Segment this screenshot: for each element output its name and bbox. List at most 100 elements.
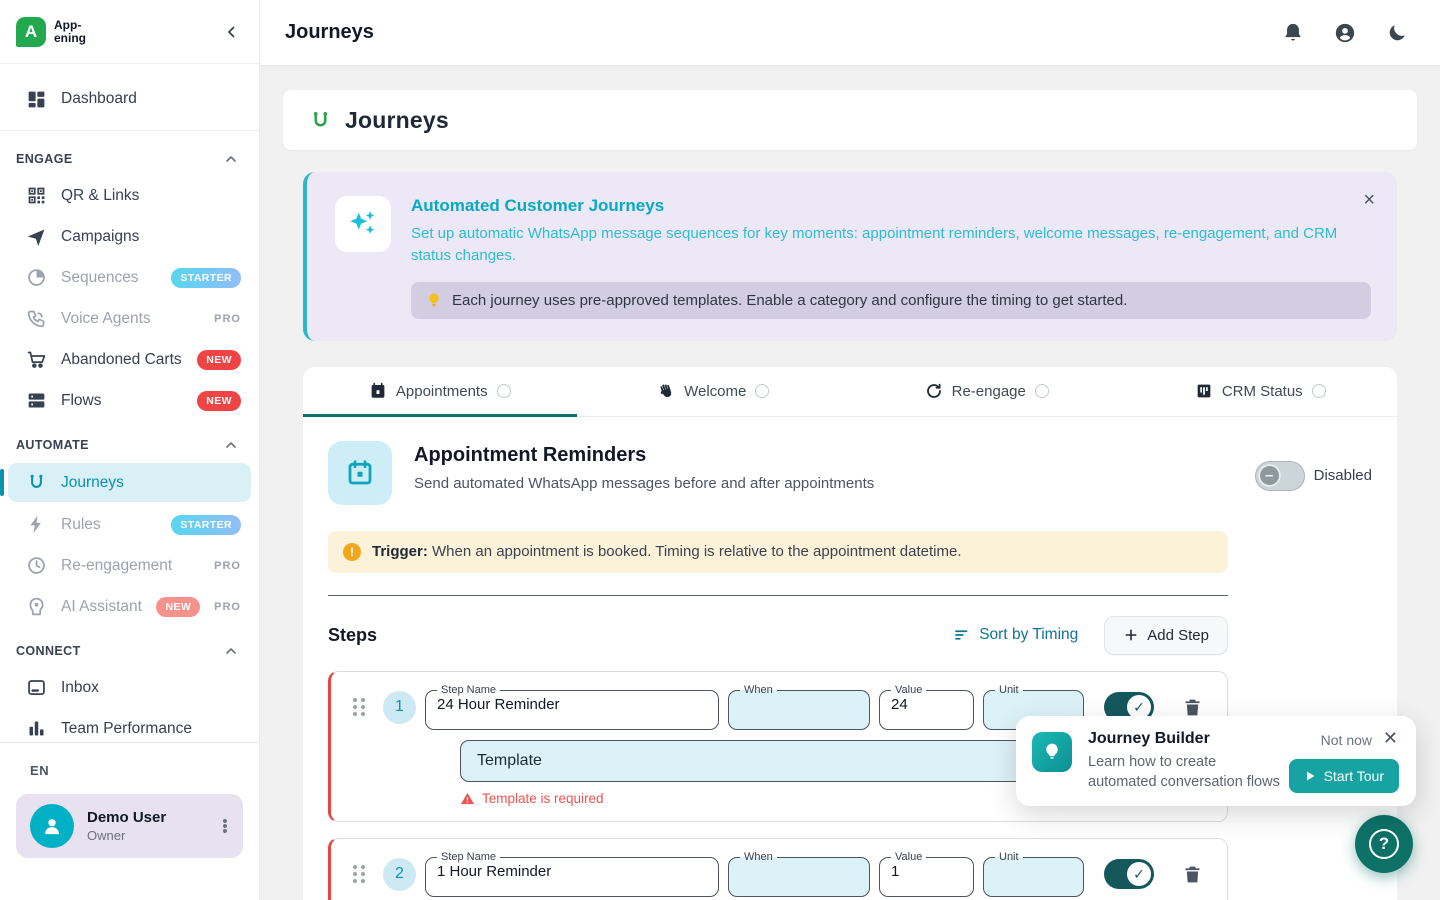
drag-handle[interactable] xyxy=(353,865,365,883)
not-now-button[interactable]: Not now xyxy=(1321,732,1372,748)
user-card[interactable]: Demo User Owner ••• xyxy=(16,794,243,858)
trash-icon[interactable] xyxy=(1182,864,1203,885)
sidebar-item-label: Flows xyxy=(61,392,183,410)
inbox-icon xyxy=(26,677,47,698)
banner-description: Set up automatic WhatsApp message sequen… xyxy=(411,223,1371,267)
when-select[interactable] xyxy=(740,863,858,880)
tab-radio-icon[interactable] xyxy=(497,384,511,398)
sidebar-item-label: Rules xyxy=(61,516,157,534)
sidebar-item-rules[interactable]: Rules STARTER xyxy=(0,504,259,545)
banner-tip: Each journey uses pre-approved templates… xyxy=(411,282,1371,319)
refresh-icon xyxy=(925,382,943,400)
tab-welcome[interactable]: Welcome xyxy=(577,367,851,416)
sidebar-item-ai-assistant[interactable]: AI Assistant NEW PRO xyxy=(0,586,259,627)
sidebar-item-qr-links[interactable]: QR & Links xyxy=(0,175,259,216)
cart-icon xyxy=(26,349,47,370)
sidebar-item-flows[interactable]: Flows NEW xyxy=(0,380,259,421)
add-step-button[interactable]: Add Step xyxy=(1104,616,1228,655)
category-title: Appointment Reminders xyxy=(414,444,874,467)
when-select[interactable] xyxy=(740,696,858,713)
brand-logo[interactable]: A App-ening xyxy=(16,17,86,47)
clock-icon xyxy=(26,555,47,576)
step-enable-toggle[interactable]: ✓ xyxy=(1104,859,1154,889)
person-icon xyxy=(39,813,65,839)
sidebar-item-label: Campaigns xyxy=(61,228,241,246)
tab-radio-icon[interactable] xyxy=(1312,384,1326,398)
account-icon[interactable] xyxy=(1334,22,1356,44)
sidebar-item-label: Journeys xyxy=(61,474,233,492)
tab-reengage[interactable]: Re-engage xyxy=(850,367,1124,416)
close-icon[interactable]: × xyxy=(1357,184,1381,216)
sidebar-item-campaigns[interactable]: Campaigns xyxy=(0,216,259,257)
calendar-icon xyxy=(369,382,387,400)
section-connect[interactable]: CONNECT xyxy=(0,627,259,667)
trash-icon[interactable] xyxy=(1182,697,1203,718)
new-badge: NEW xyxy=(156,597,200,617)
check-icon: ✓ xyxy=(1127,862,1151,886)
sidebar-item-label: QR & Links xyxy=(61,187,241,205)
language-selector[interactable]: EN xyxy=(30,763,243,778)
tab-radio-icon[interactable] xyxy=(1035,384,1049,398)
bolt-icon xyxy=(26,514,47,535)
dashboard-icon xyxy=(26,89,47,110)
moon-icon[interactable] xyxy=(1386,22,1408,44)
sidebar-item-label: Voice Agents xyxy=(61,310,200,328)
tab-crm-status[interactable]: CRM Status xyxy=(1124,367,1398,416)
sidebar-item-label: Dashboard xyxy=(61,90,241,108)
user-menu-button[interactable]: ••• xyxy=(217,819,233,834)
start-tour-button[interactable]: Start Tour xyxy=(1289,759,1399,793)
pro-tag: PRO xyxy=(214,601,241,613)
step-name-input[interactable] xyxy=(437,696,707,713)
sort-by-timing-button[interactable]: Sort by Timing xyxy=(953,626,1078,644)
value-input[interactable] xyxy=(891,863,962,880)
sidebar-item-voice-agents[interactable]: Voice Agents PRO xyxy=(0,298,259,339)
section-engage[interactable]: ENGAGE xyxy=(0,135,259,175)
sidebar-item-inbox[interactable]: Inbox xyxy=(0,667,259,708)
journeys-banner: Automated Customer Journeys Set up autom… xyxy=(303,172,1397,341)
category-enable-toggle[interactable]: – xyxy=(1255,461,1305,491)
banner-title: Automated Customer Journeys xyxy=(411,196,1371,216)
sidebar-item-label: Team Performance xyxy=(61,720,241,738)
info-icon: ! xyxy=(343,543,361,561)
brand-name: App-ening xyxy=(54,19,86,44)
sidebar-item-team-performance[interactable]: Team Performance xyxy=(0,708,259,742)
sidebar-footer: EN Demo User Owner ••• xyxy=(0,742,259,900)
step-name-input[interactable] xyxy=(437,863,707,880)
sidebar-item-abandoned-carts[interactable]: Abandoned Carts NEW xyxy=(0,339,259,380)
calendar-icon xyxy=(328,441,392,505)
pro-tag: PRO xyxy=(214,560,241,572)
send-icon xyxy=(26,226,47,247)
tab-radio-icon[interactable] xyxy=(755,384,769,398)
chevron-left-icon xyxy=(223,23,241,41)
sidebar-item-reengagement[interactable]: Re-engagement PRO xyxy=(0,545,259,586)
template-select[interactable]: Template xyxy=(460,740,1108,782)
sidebar-item-label: Inbox xyxy=(61,679,241,697)
sidebar-item-sequences[interactable]: Sequences STARTER xyxy=(0,257,259,298)
close-icon[interactable]: ✕ xyxy=(1379,724,1402,753)
pro-tag: PRO xyxy=(214,313,241,325)
sidebar-item-dashboard[interactable]: Dashboard xyxy=(0,76,259,122)
question-icon: ? xyxy=(1369,829,1399,859)
ai-icon xyxy=(26,596,47,617)
bar-chart-icon xyxy=(26,718,47,739)
bell-icon[interactable] xyxy=(1282,22,1304,44)
tab-appointments[interactable]: Appointments xyxy=(303,367,577,416)
value-input[interactable] xyxy=(891,696,962,713)
help-button[interactable]: ? xyxy=(1355,815,1413,873)
minus-icon: – xyxy=(1258,464,1281,487)
collapse-sidebar-button[interactable] xyxy=(223,23,241,41)
user-role: Owner xyxy=(87,828,166,843)
unit-select[interactable] xyxy=(995,863,1072,880)
journeys-icon xyxy=(309,109,332,132)
step-number: 1 xyxy=(383,691,416,724)
section-automate[interactable]: AUTOMATE xyxy=(0,421,259,461)
starter-badge: STARTER xyxy=(171,515,241,535)
page-title-card: Journeys xyxy=(283,90,1417,150)
flows-icon xyxy=(26,390,47,411)
avatar xyxy=(30,804,74,848)
drag-handle[interactable] xyxy=(353,698,365,716)
route-icon xyxy=(26,472,47,493)
unit-select[interactable] xyxy=(995,696,1072,713)
sequences-icon xyxy=(26,267,47,288)
sidebar-item-journeys[interactable]: Journeys xyxy=(8,463,251,502)
